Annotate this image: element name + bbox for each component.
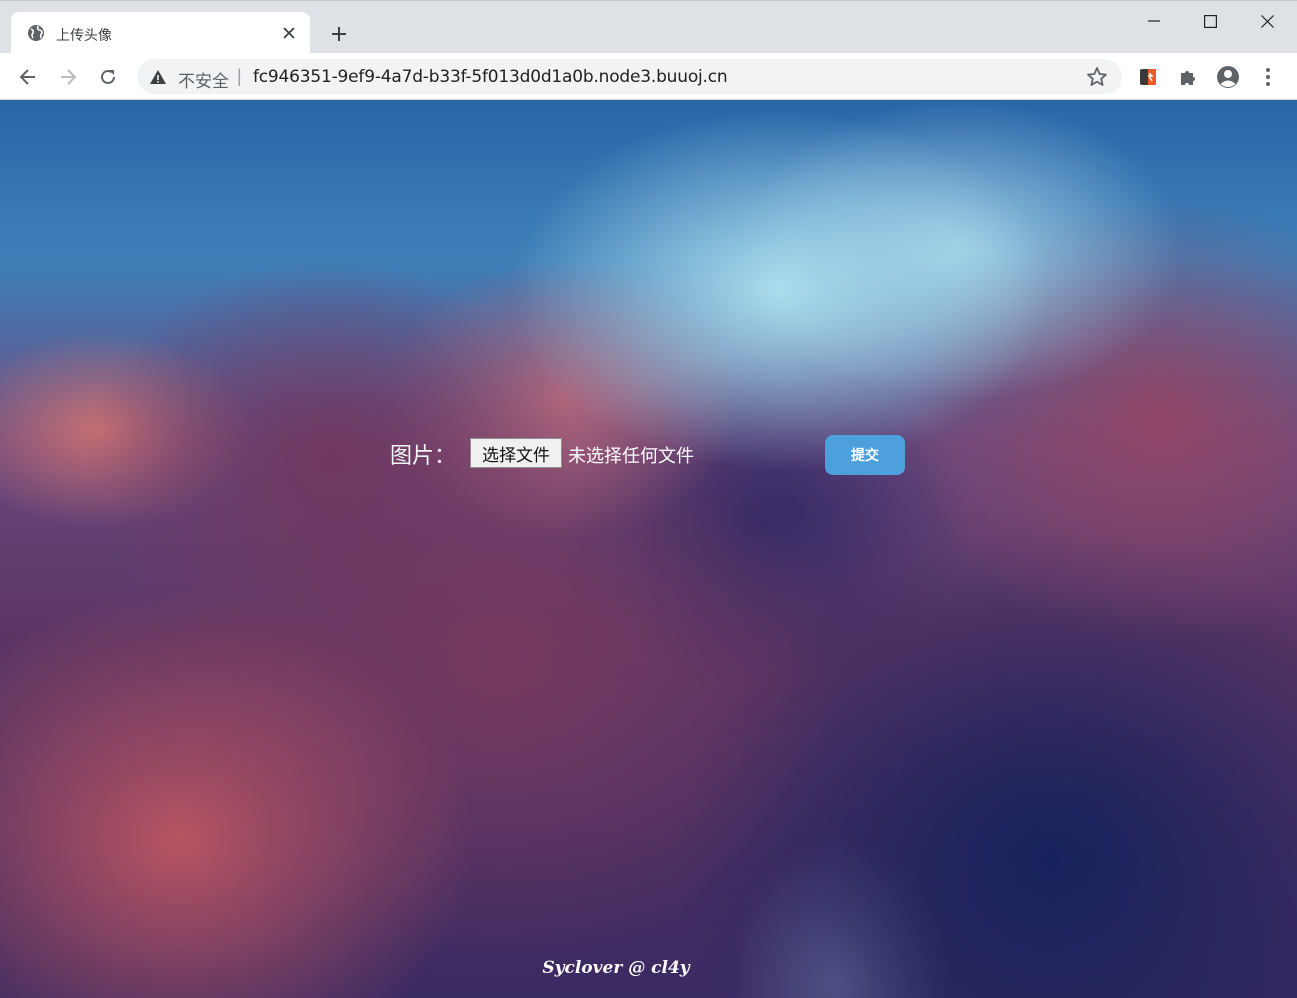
kebab-menu-icon[interactable] [1251,60,1285,94]
browser-tab[interactable]: 上传头像 [11,12,310,54]
page-background: 图片： 选择文件 未选择任何文件 提交 Syclover @ cl4y [0,100,1297,998]
maximize-icon[interactable] [1181,1,1239,41]
security-label[interactable]: 不安全 [178,67,229,92]
close-icon[interactable] [278,22,300,44]
warning-icon[interactable] [149,68,167,86]
puzzle-icon[interactable] [1171,60,1205,94]
extension-icon[interactable] [1131,60,1165,94]
submit-button[interactable]: 提交 [825,435,905,475]
reload-icon[interactable] [91,60,125,94]
image-label: 图片： [390,444,457,469]
globe-icon [27,24,45,42]
browser-toolbar: 不安全 | fc946351-9ef9-4a7d-b33f-5f013d0d1a… [0,53,1297,100]
tab-strip: 上传头像 [0,0,1297,54]
file-status-text: 未选择任何文件 [568,446,694,467]
choose-file-button[interactable]: 选择文件 [470,438,562,468]
minimize-icon[interactable] [1125,1,1183,41]
forward-arrow-icon[interactable] [51,60,85,94]
address-separator: | [237,66,242,86]
back-arrow-icon[interactable] [11,60,45,94]
address-bar[interactable]: 不安全 | fc946351-9ef9-4a7d-b33f-5f013d0d1a… [137,59,1122,94]
tab-title: 上传头像 [56,27,112,43]
close-icon[interactable] [1238,1,1296,41]
account-icon[interactable] [1211,60,1245,94]
star-icon[interactable] [1086,66,1108,88]
footer-credit: Syclover @ cl4y [542,958,690,978]
url-text[interactable]: fc946351-9ef9-4a7d-b33f-5f013d0d1a0b.nod… [253,67,728,87]
plus-icon[interactable] [326,21,352,47]
